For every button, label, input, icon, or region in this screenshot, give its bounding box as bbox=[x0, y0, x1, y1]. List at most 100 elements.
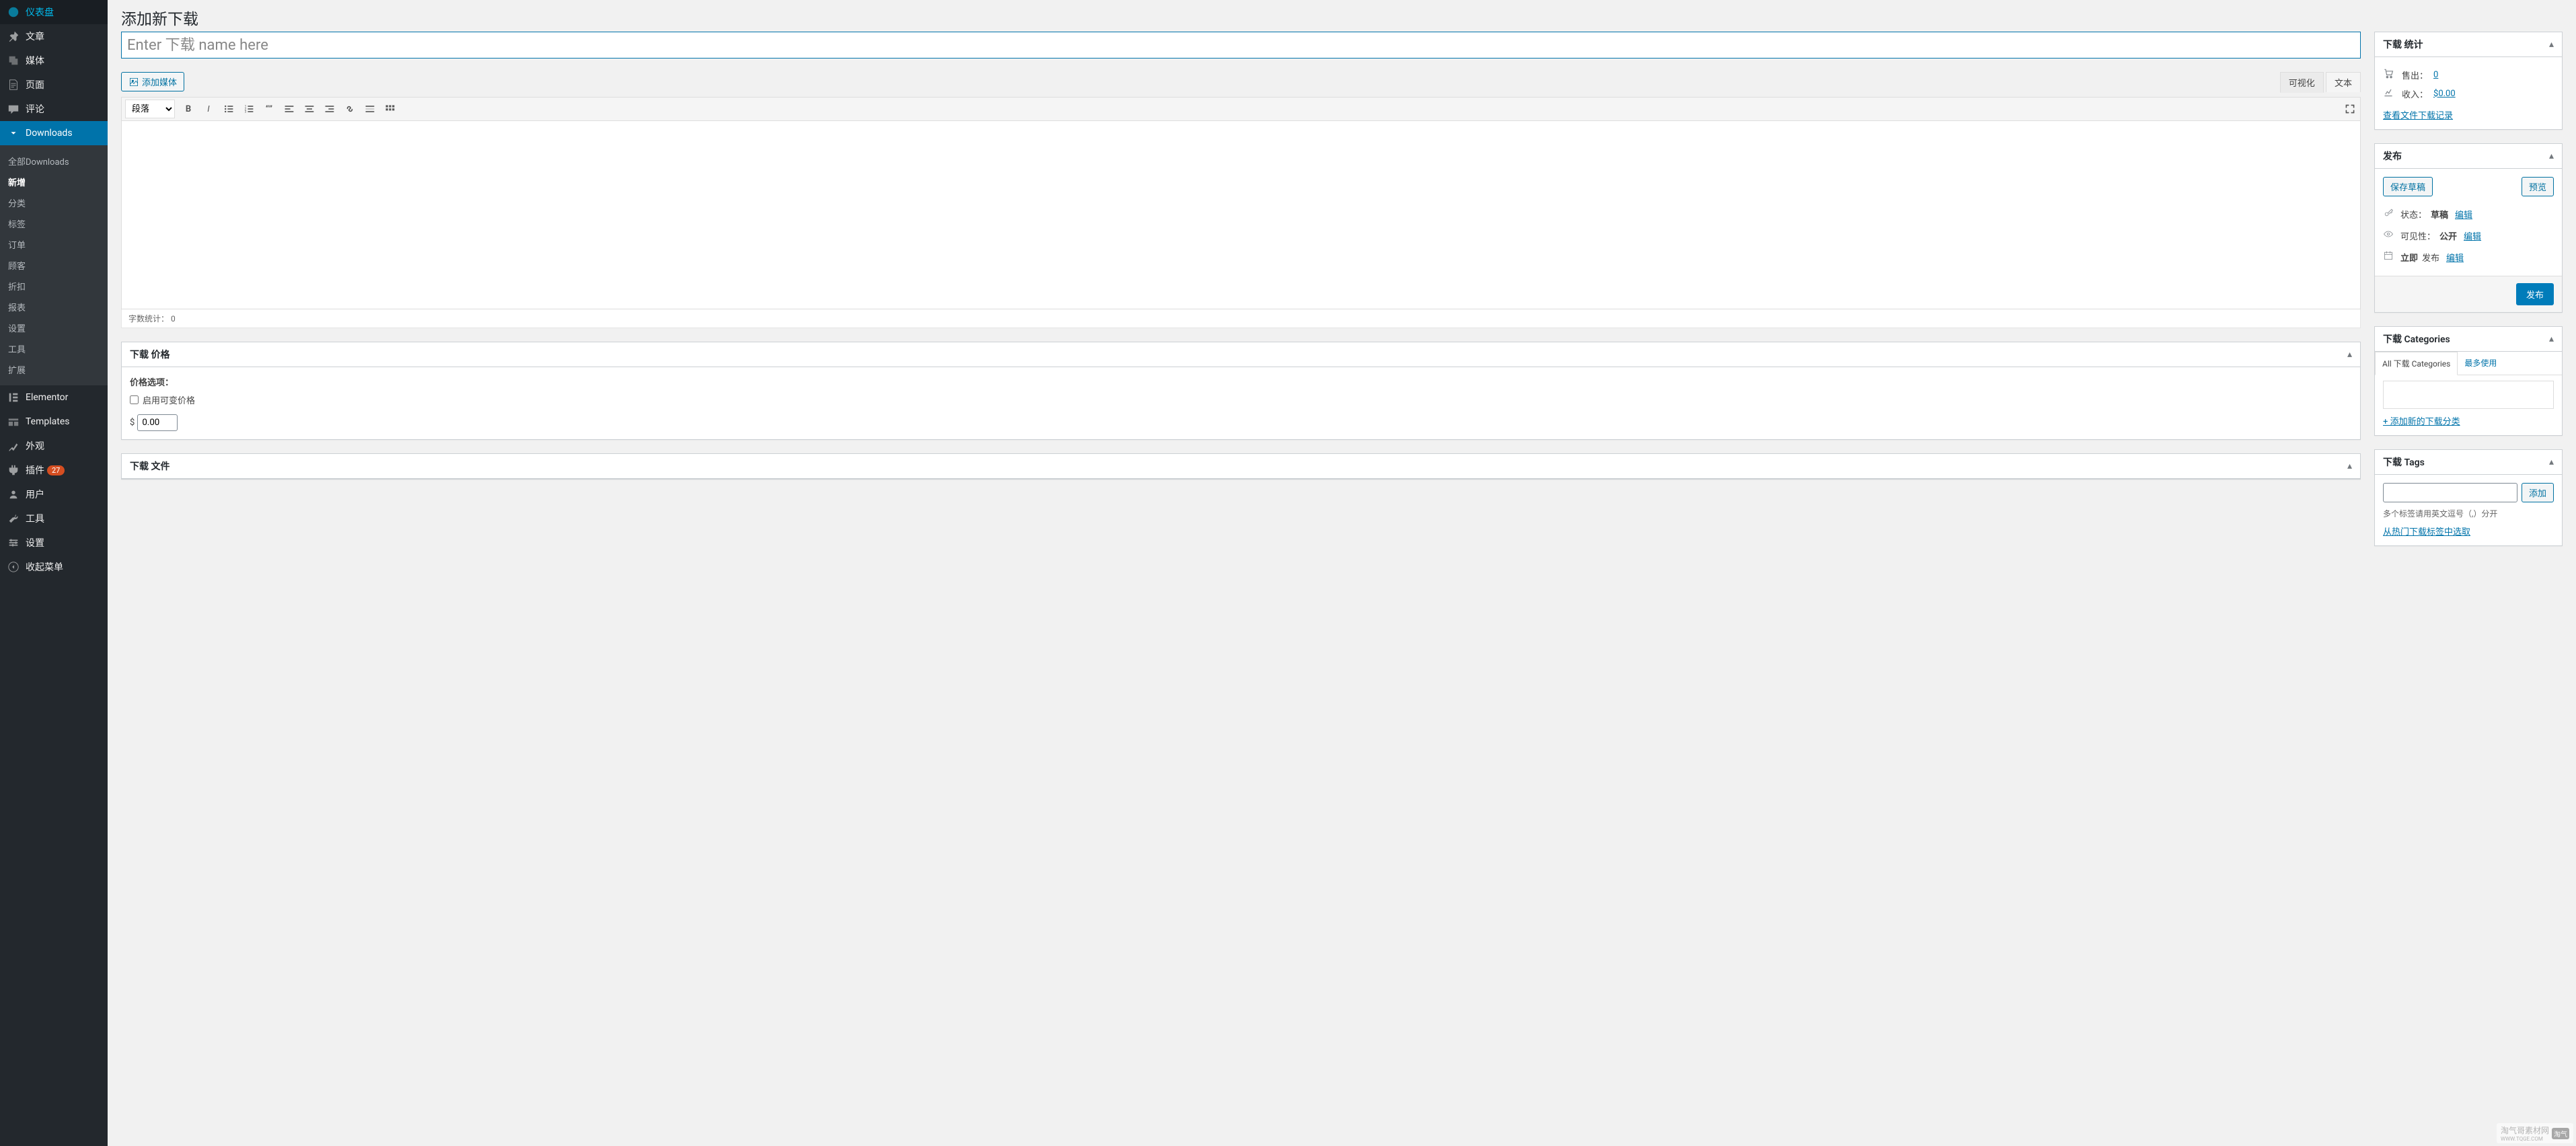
format-select[interactable]: 段落 bbox=[125, 100, 175, 118]
menu-downloads[interactable]: Downloads bbox=[0, 121, 108, 145]
menu-users[interactable]: 用户 bbox=[0, 482, 108, 506]
menu-label: 收起菜单 bbox=[26, 560, 63, 574]
edit-status-link[interactable]: 编辑 bbox=[2455, 208, 2472, 221]
chart-icon bbox=[2383, 87, 2396, 100]
submenu-customers[interactable]: 顾客 bbox=[0, 255, 108, 276]
preview-button[interactable]: 预览 bbox=[2522, 177, 2554, 196]
edit-visibility-link[interactable]: 编辑 bbox=[2464, 229, 2481, 242]
link-button[interactable] bbox=[340, 99, 360, 119]
menu-settings[interactable]: 设置 bbox=[0, 531, 108, 555]
download-title-input[interactable] bbox=[121, 32, 2361, 59]
stats-toggle[interactable]: ▴ bbox=[2549, 39, 2554, 50]
cat-tab-most-used[interactable]: 最多使用 bbox=[2458, 352, 2503, 375]
blockquote-button[interactable]: “” bbox=[259, 99, 279, 119]
menu-media[interactable]: 媒体 bbox=[0, 48, 108, 73]
submenu-add-new[interactable]: 新增 bbox=[0, 171, 108, 192]
key-icon bbox=[2383, 207, 2396, 221]
submenu-settings[interactable]: 设置 bbox=[0, 317, 108, 338]
stats-postbox: 下载 统计 ▴ 售出： 0 收入： $0.00 bbox=[2374, 32, 2563, 130]
submenu-extensions[interactable]: 扩展 bbox=[0, 359, 108, 380]
save-draft-button[interactable]: 保存草稿 bbox=[2383, 177, 2433, 196]
prices-title: 下载 价格 bbox=[130, 348, 169, 361]
add-category-link[interactable]: + 添加新的下载分类 bbox=[2383, 417, 2460, 427]
italic-button[interactable]: I bbox=[198, 99, 219, 119]
download-log-link[interactable]: 查看文件下载记录 bbox=[2383, 111, 2453, 121]
submenu-tags[interactable]: 标签 bbox=[0, 213, 108, 234]
variable-pricing-checkbox[interactable] bbox=[130, 395, 139, 404]
menu-appearance[interactable]: 外观 bbox=[0, 434, 108, 458]
currency-symbol: $ bbox=[130, 418, 135, 428]
editor-toolbar: 段落 B I 123 “” bbox=[121, 97, 2361, 121]
submenu-categories[interactable]: 分类 bbox=[0, 192, 108, 213]
prices-toggle[interactable]: ▴ bbox=[2347, 349, 2352, 360]
menu-tools[interactable]: 工具 bbox=[0, 506, 108, 531]
menu-comments[interactable]: 评论 bbox=[0, 97, 108, 121]
choose-popular-tags-link[interactable]: 从热门下载标签中选取 bbox=[2383, 527, 2470, 537]
categories-title: 下载 Categories bbox=[2383, 332, 2450, 346]
menu-elementor[interactable]: Elementor bbox=[0, 385, 108, 410]
publish-button[interactable]: 发布 bbox=[2516, 283, 2554, 305]
tab-visual[interactable]: 可视化 bbox=[2280, 72, 2324, 93]
elementor-icon bbox=[7, 391, 20, 404]
menu-pages[interactable]: 页面 bbox=[0, 73, 108, 97]
align-center-button[interactable] bbox=[299, 99, 319, 119]
menu-label: 仪表盘 bbox=[26, 5, 54, 19]
submenu-tools[interactable]: 工具 bbox=[0, 338, 108, 359]
align-right-button[interactable] bbox=[319, 99, 340, 119]
tools-icon bbox=[7, 512, 20, 525]
plugin-updates-badge: 27 bbox=[47, 465, 65, 475]
edit-date-link[interactable]: 编辑 bbox=[2446, 251, 2464, 264]
submenu-reports[interactable]: 报表 bbox=[0, 297, 108, 317]
settings-icon bbox=[7, 536, 20, 549]
menu-templates[interactable]: Templates bbox=[0, 410, 108, 434]
tags-postbox: 下载 Tags ▴ 添加 多个标签请用英文逗号（,）分开 从热门下载标签中选取 bbox=[2374, 449, 2563, 546]
number-list-button[interactable]: 123 bbox=[239, 99, 259, 119]
menu-collapse[interactable]: 收起菜单 bbox=[0, 555, 108, 579]
menu-label: 页面 bbox=[26, 78, 44, 91]
editor-content[interactable] bbox=[121, 121, 2361, 309]
svg-text:3: 3 bbox=[245, 110, 247, 114]
submenu-all-downloads[interactable]: 全部Downloads bbox=[0, 151, 108, 171]
files-toggle[interactable]: ▴ bbox=[2347, 461, 2352, 471]
status-label: 状态： bbox=[2400, 208, 2427, 221]
bullet-list-button[interactable] bbox=[219, 99, 239, 119]
tags-toggle[interactable]: ▴ bbox=[2549, 457, 2554, 467]
category-list[interactable] bbox=[2383, 381, 2554, 409]
menu-dashboard[interactable]: 仪表盘 bbox=[0, 0, 108, 24]
menu-label: 设置 bbox=[26, 536, 44, 549]
tab-text[interactable]: 文本 bbox=[2326, 72, 2361, 92]
fullscreen-button[interactable] bbox=[2340, 99, 2360, 119]
toolbar-toggle-button[interactable] bbox=[380, 99, 400, 119]
visibility-label: 可见性： bbox=[2400, 229, 2435, 242]
earnings-value-link[interactable]: $0.00 bbox=[2433, 89, 2456, 99]
categories-toggle[interactable]: ▴ bbox=[2549, 334, 2554, 344]
menu-label: Elementor bbox=[26, 392, 68, 403]
watermark-text: 淘气哥素材网 bbox=[2501, 1124, 2549, 1136]
add-tag-button[interactable]: 添加 bbox=[2522, 483, 2554, 502]
submenu-discounts[interactable]: 折扣 bbox=[0, 276, 108, 297]
plugin-icon bbox=[7, 463, 20, 477]
submenu-downloads: 全部Downloads 新增 分类 标签 订单 顾客 折扣 报表 设置 工具 扩… bbox=[0, 145, 108, 385]
menu-label: 插件 bbox=[26, 463, 44, 477]
align-left-button[interactable] bbox=[279, 99, 299, 119]
publish-prefix: 立即 bbox=[2400, 251, 2418, 264]
add-media-button[interactable]: 添加媒体 bbox=[121, 72, 184, 91]
categories-postbox: 下载 Categories ▴ All 下载 Categories 最多使用 +… bbox=[2374, 326, 2563, 436]
publish-toggle[interactable]: ▴ bbox=[2549, 151, 2554, 161]
watermark-badge: 淘气 bbox=[2552, 1128, 2569, 1139]
menu-posts[interactable]: 文章 bbox=[0, 24, 108, 48]
price-options-label: 价格选项： bbox=[130, 375, 2352, 388]
sales-value-link[interactable]: 0 bbox=[2433, 70, 2438, 80]
more-button[interactable] bbox=[360, 99, 380, 119]
cat-tab-all[interactable]: All 下载 Categories bbox=[2375, 352, 2458, 375]
price-input[interactable] bbox=[137, 414, 178, 431]
menu-plugins[interactable]: 插件 27 bbox=[0, 458, 108, 482]
tag-input[interactable] bbox=[2383, 483, 2517, 502]
variable-pricing-label: 启用可变价格 bbox=[143, 393, 195, 406]
menu-label: 用户 bbox=[26, 488, 44, 501]
cart-icon bbox=[2383, 68, 2396, 81]
submenu-orders[interactable]: 订单 bbox=[0, 234, 108, 255]
bold-button[interactable]: B bbox=[178, 99, 198, 119]
menu-label: 文章 bbox=[26, 30, 44, 43]
menu-label: 媒体 bbox=[26, 54, 44, 67]
